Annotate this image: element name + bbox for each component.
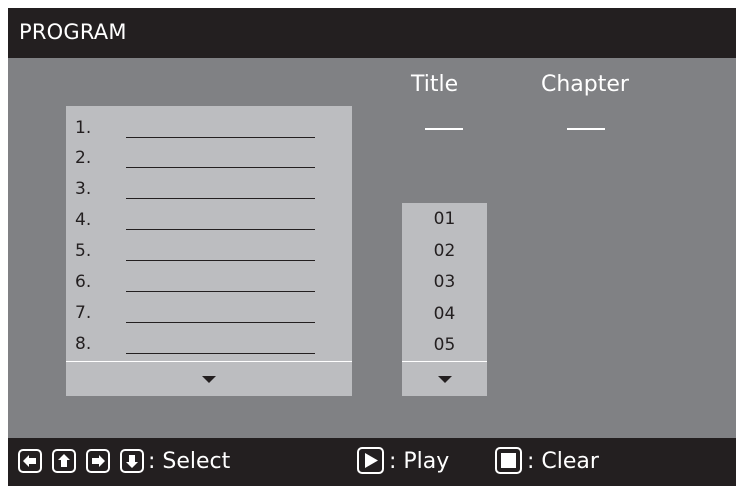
program-slot-3[interactable]: 3. xyxy=(66,173,352,206)
arrow-down-icon[interactable] xyxy=(120,449,144,473)
page-title: PROGRAM xyxy=(19,20,127,44)
program-slot-blank xyxy=(126,260,315,261)
program-slot-5[interactable]: 5. xyxy=(66,235,352,268)
program-slot-blank xyxy=(126,229,315,230)
program-slot-number: 7. xyxy=(75,303,92,323)
title-list-scroll-down[interactable] xyxy=(402,362,487,396)
selected-chapter-value xyxy=(567,128,605,130)
title-option[interactable]: 01 xyxy=(402,209,487,229)
clear-hint-label: : Clear xyxy=(527,449,599,474)
program-slot-number: 2. xyxy=(75,148,92,168)
header-bar: PROGRAM xyxy=(8,8,736,58)
program-list-scroll-down[interactable] xyxy=(66,362,352,396)
title-option[interactable]: 05 xyxy=(402,335,487,355)
arrow-right-icon[interactable] xyxy=(86,449,110,473)
program-slot-blank xyxy=(126,353,315,354)
program-slot-number: 5. xyxy=(75,241,92,261)
program-slot-1[interactable]: 1. xyxy=(66,112,352,145)
program-slot-blank xyxy=(126,322,315,323)
arrow-up-icon[interactable] xyxy=(52,449,76,473)
title-option[interactable]: 02 xyxy=(402,241,487,261)
arrow-left-icon[interactable] xyxy=(18,449,42,473)
program-slot-7[interactable]: 7. xyxy=(66,297,352,330)
program-slot-blank xyxy=(126,137,315,138)
footer-bar: : Select : Play : Clear xyxy=(8,438,736,486)
title-option[interactable]: 03 xyxy=(402,272,487,292)
title-list[interactable]: 01 02 03 04 05 xyxy=(402,203,487,396)
selected-title-value xyxy=(425,128,463,130)
triangle-down-icon xyxy=(437,376,452,383)
program-slot-8[interactable]: 8. xyxy=(66,328,352,361)
title-column-header: Title xyxy=(411,72,459,97)
program-slot-2[interactable]: 2. xyxy=(66,142,352,175)
stop-icon[interactable] xyxy=(495,447,522,474)
program-slot-4[interactable]: 4. xyxy=(66,204,352,237)
chapter-column-header: Chapter xyxy=(541,72,629,97)
play-icon[interactable] xyxy=(357,447,384,474)
program-slot-number: 3. xyxy=(75,179,92,199)
title-option[interactable]: 04 xyxy=(402,304,487,324)
select-hint-label: : Select xyxy=(148,449,231,474)
triangle-down-icon xyxy=(202,376,216,383)
program-slot-blank xyxy=(126,198,315,199)
program-slot-number: 6. xyxy=(75,272,92,292)
program-slot-blank xyxy=(126,167,315,168)
program-slot-number: 1. xyxy=(75,118,92,138)
program-list[interactable]: 1. 2. 3. 4. 5. 6. 7. 8. xyxy=(66,106,352,396)
program-slot-blank xyxy=(126,291,315,292)
program-slot-number: 4. xyxy=(75,210,92,230)
program-slot-number: 8. xyxy=(75,334,92,354)
program-slot-6[interactable]: 6. xyxy=(66,266,352,299)
play-hint-label: : Play xyxy=(389,449,450,474)
